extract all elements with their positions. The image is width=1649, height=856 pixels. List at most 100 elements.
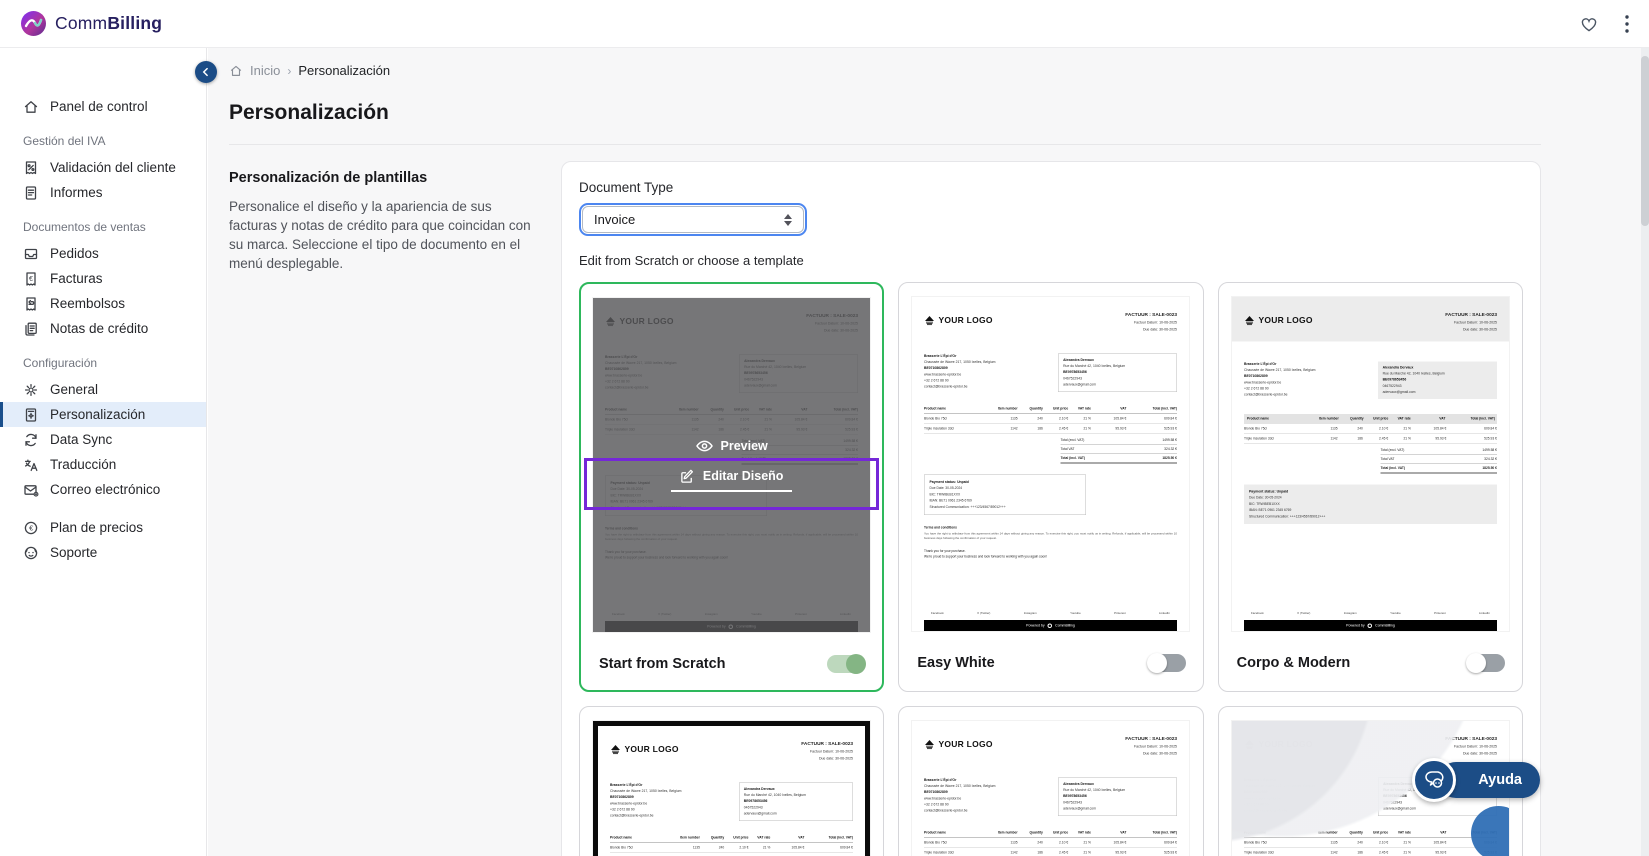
sidebar-section-label: Gestión del IVA: [23, 134, 106, 148]
help-chat-badge[interactable]: [1412, 758, 1457, 802]
invoice-logo: YOUR LOGO: [924, 315, 993, 326]
sync-icon: [23, 432, 39, 448]
template-preview[interactable]: YOUR LOGO FACTUUR : SALE-0023 Factuur Da…: [912, 297, 1190, 631]
seller-email: contact@brasserie-epidor.be: [610, 814, 654, 818]
favorites-heart-button[interactable]: [1579, 14, 1599, 34]
invoice-thanks: Thank you for your purchase. We're proud…: [924, 549, 1048, 559]
invoice-date: Factuur Datum: 10-06-2025: [810, 750, 854, 754]
home-icon: [230, 65, 242, 76]
eye-icon: [695, 440, 713, 451]
template-card-easy-white[interactable]: YOUR LOGO FACTUUR : SALE-0023 Factuur Da…: [898, 282, 1204, 692]
receipt-euro-icon: €: [23, 271, 39, 287]
sidebar-item-facturas[interactable]: € Facturas: [0, 266, 206, 291]
sidebar-item-reembolsos[interactable]: Reembolsos: [0, 291, 206, 316]
templates-panel: Document Type Invoice Edit from Scratch …: [561, 161, 1541, 856]
template-toggle[interactable]: [1146, 653, 1186, 673]
invoice-logo: YOUR LOGO: [924, 739, 993, 750]
sidebar-item-panel-de-control[interactable]: Panel de control: [0, 94, 206, 119]
svg-text:€: €: [29, 523, 34, 532]
invoice-parties: Brasserie L'Épi d'Or Chaussée de Wavre 2…: [924, 353, 1178, 393]
invoice-meta: FACTUUR : SALE-0023 Factuur Datum: 10-06…: [801, 739, 853, 763]
scrollbar-track[interactable]: [1641, 48, 1649, 856]
invoice-table-header: Product name Item number Quantity Unit p…: [1243, 414, 1497, 425]
sidebar-section-label: Configuración: [23, 356, 98, 370]
page-title: Personalización: [229, 101, 389, 124]
sidebar-item-label: Pedidos: [50, 246, 99, 261]
sidebar-item-correo-electronico[interactable]: Correo electrónico: [0, 477, 206, 502]
commbilling-mini-logo: [1048, 623, 1053, 628]
invoice-date: Factuur Datum: 10-06-2025: [1453, 745, 1497, 749]
template-preview[interactable]: YOUR LOGO FACTUUR : SALE-0023 Factuur Da…: [912, 721, 1190, 856]
invoice-header: YOUR LOGO FACTUUR : SALE-0023 Factuur Da…: [924, 734, 1177, 758]
template-preview[interactable]: YOUR LOGO FACTUUR : SALE-0023 Factuur Da…: [1231, 297, 1509, 631]
top-bar: CommBilling: [0, 0, 1649, 48]
sidebar-collapse-button[interactable]: [195, 61, 217, 83]
sidebar-item-soporte[interactable]: Soporte: [0, 540, 206, 565]
sidebar-item-traduccion[interactable]: Traducción: [0, 452, 206, 477]
template-toggle[interactable]: [827, 654, 867, 674]
gear-icon: [23, 382, 39, 398]
triangle-logo-icon: [1244, 740, 1254, 750]
sidebar-item-label: Plan de precios: [50, 520, 144, 535]
invoice-table: Product name Item number Quantity Unit p…: [924, 407, 1178, 464]
seller-email: contact@brasserie-epidor.be: [924, 809, 968, 813]
invoice-footer: Facebook X (Twitter) Instagram Youtube P…: [924, 612, 1178, 631]
edit-design-button[interactable]: Editar Diseño: [670, 469, 793, 492]
invoice-table-header: Product name Item number Quantity Unit p…: [924, 407, 1178, 415]
invoice-table-row: Blonde Bio 75cl 1135 240 2.10 € 21 % 105…: [610, 843, 854, 854]
template-card-corpo-modern[interactable]: YOUR LOGO FACTUUR : SALE-0023 Factuur Da…: [1217, 282, 1523, 692]
template-toggle[interactable]: [1466, 653, 1505, 673]
seller-email: contact@brasserie-epidor.be: [1243, 809, 1288, 813]
invoice-preview: YOUR LOGO FACTUUR : SALE-0023 Factuur Da…: [912, 721, 1190, 856]
document-type-select[interactable]: Invoice: [579, 203, 807, 236]
template-card-row2-2[interactable]: YOUR LOGO FACTUUR : SALE-0023 Factuur Da…: [898, 706, 1204, 856]
invoice-seller-block: Brasserie L'Épi d'Or Chaussée de Wavre 2…: [924, 354, 1043, 393]
sidebar-item-data-sync[interactable]: Data Sync: [0, 427, 206, 452]
help-widget: Ayuda: [1412, 758, 1540, 802]
sidebar-item-pedidos[interactable]: Pedidos: [0, 241, 206, 266]
sidebar-item-informes[interactable]: Informes: [0, 180, 206, 205]
sidebar-item-general[interactable]: General: [0, 377, 206, 402]
invoice-meta: FACTUUR : SALE-0023 Factuur Datum: 10-06…: [1126, 734, 1178, 758]
sidebar-item-label: Panel de control: [50, 99, 148, 114]
invoice-table-row: Blonde Bio 75cl 1135 240 2.10 € 21 % 105…: [1243, 838, 1497, 849]
support-icon: [23, 545, 39, 561]
invoice-buyer-block: Alexandra Dervaux Rue du Marché 42, 1040…: [738, 782, 854, 822]
invoice-table-row: Triple insulation 33cl 1142 186 2.45 € 2…: [1244, 848, 1497, 856]
buyer-email: adervaux@gmail.com: [1382, 806, 1416, 811]
template-preview[interactable]: YOUR LOGO FACTUUR : SALE-0023 Factuur Da…: [593, 721, 871, 856]
heart-icon: [1581, 17, 1597, 31]
sidebar-item-plan-de-precios[interactable]: € Plan de precios: [0, 515, 206, 540]
template-hover-overlay: Preview Editar Diseño: [593, 298, 871, 632]
commbilling-mini-logo: [1367, 623, 1372, 628]
receipt-refund-icon: [23, 296, 39, 312]
invoice-date: Factuur Datum: 10-06-2025: [1134, 321, 1178, 325]
document-type-label: Document Type: [579, 180, 674, 195]
sidebar-item-label: Soporte: [50, 545, 98, 560]
sidebar-item-notas-de-credito[interactable]: Notas de crédito: [0, 316, 206, 341]
invoice-table: Product name Item number Quantity Unit p…: [1243, 831, 1497, 856]
invoice-buyer-block: Alexandra Dervaux Rue du Marché 42, 1040…: [1058, 353, 1178, 393]
seller-email: contact@brasserie-epidor.be: [924, 385, 968, 389]
document-type-value: Invoice: [594, 212, 636, 227]
triangle-logo-icon: [1244, 316, 1254, 326]
chevron-left-icon: [202, 67, 208, 77]
invoice-seller-block: Brasserie L'Épi d'Or Chaussée de Wavre 2…: [924, 778, 1043, 817]
sidebar-item-label: Correo electrónico: [50, 482, 161, 497]
preview-button[interactable]: Preview: [695, 439, 768, 453]
template-preview[interactable]: YOUR LOGO FACTUUR : SALE-0023 Factuur Da…: [584, 298, 880, 632]
scrollbar-thumb[interactable]: [1641, 56, 1649, 226]
template-card-row2-1[interactable]: YOUR LOGO FACTUUR : SALE-0023 Factuur Da…: [579, 706, 885, 856]
sidebar-item-personalizacion[interactable]: Personalización: [0, 402, 206, 427]
invoice-social-links: Facebook X (Twitter) Instagram Youtube P…: [931, 612, 1171, 615]
template-card-start-from-scratch[interactable]: YOUR LOGO FACTUUR : SALE-0023 Factuur Da…: [579, 282, 885, 692]
invoice-buyer-block: Alexandra Dervaux Rue du Marché 42, 1040…: [1377, 361, 1497, 400]
invoice-totals: Total (excl. VAT)1499.58 € Total VAT324.…: [1380, 446, 1497, 474]
breadcrumb-home-link[interactable]: Inicio: [250, 63, 280, 78]
sidebar: Panel de control Gestión del IVA Validació…: [0, 48, 217, 856]
powered-by-bar: Powered by CommBilling: [924, 620, 1178, 631]
triangle-logo-icon: [611, 745, 621, 755]
sidebar-item-validacion-del-cliente[interactable]: Validación del cliente: [0, 155, 206, 180]
more-options-button[interactable]: [1625, 14, 1629, 33]
breadcrumb-separator: ›: [287, 63, 292, 78]
